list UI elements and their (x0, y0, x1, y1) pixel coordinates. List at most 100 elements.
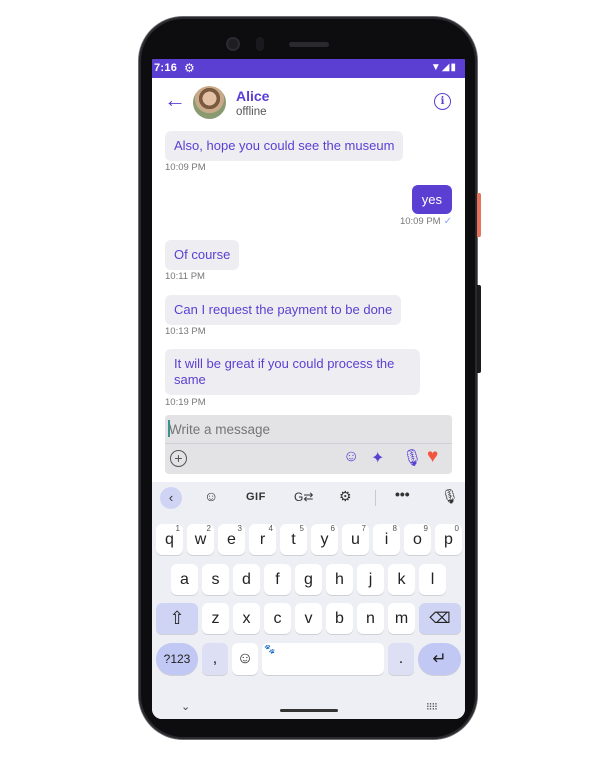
key-label: r (259, 531, 266, 548)
message-timestamp: 10:09 PM (165, 162, 206, 173)
key-j[interactable]: j (357, 564, 384, 595)
key-c[interactable]: c (264, 603, 291, 634)
key-label: w (194, 531, 207, 548)
key-t[interactable]: t5 (280, 524, 307, 555)
toolbar-divider (375, 490, 376, 506)
key-u[interactable]: u7 (342, 524, 369, 555)
check-icon: ✓ (443, 216, 452, 227)
message-input[interactable] (169, 419, 439, 439)
contact-status: offline (236, 106, 267, 118)
key-number-hint: 4 (268, 524, 273, 533)
key-b[interactable]: b (326, 603, 353, 634)
key-number-hint: 3 (237, 524, 242, 533)
period-key[interactable]: . (388, 643, 414, 675)
spacebar[interactable]: 🐾 (262, 643, 384, 675)
message-bubble-incoming[interactable]: Can I request the payment to be done (165, 295, 402, 325)
symbols-key[interactable]: ?123 (156, 643, 198, 675)
status-icons: ▼◢▮ (431, 62, 457, 73)
chevron-left-icon[interactable]: ‹ (160, 487, 182, 509)
status-time: 7:16 (154, 62, 178, 74)
gif-button[interactable]: GIF (246, 491, 266, 503)
status-bar: 7:16 ⚙ ▼◢▮ (152, 59, 465, 78)
chevron-down-icon[interactable]: ⌄ (181, 700, 190, 713)
home-indicator[interactable] (280, 709, 338, 712)
avatar[interactable] (193, 86, 226, 119)
microphone-icon[interactable]: 🎙 (441, 488, 459, 505)
heart-icon[interactable]: ♥ (427, 446, 438, 468)
message-bubble-outgoing[interactable]: yes (411, 185, 452, 214)
power-button (477, 193, 481, 237)
plus-circle-icon[interactable]: + (170, 450, 187, 467)
key-g[interactable]: g (295, 564, 322, 595)
info-icon[interactable]: i (434, 93, 451, 110)
key-l[interactable]: l (419, 564, 446, 595)
gear-icon: ⚙ (184, 61, 195, 75)
arrow-left-icon[interactable]: ← (164, 89, 186, 111)
key-h[interactable]: h (326, 564, 353, 595)
sticker-icon[interactable]: ☺ (343, 448, 359, 466)
paw-icon: 🐾 (264, 644, 276, 654)
key-f[interactable]: f (264, 564, 291, 595)
key-label: u (351, 531, 360, 548)
shift-icon: ⇧ (169, 608, 185, 628)
message-timestamp: 10:13 PM (165, 326, 206, 337)
key-number-hint: 6 (330, 524, 335, 533)
key-q[interactable]: q1 (156, 524, 183, 555)
message-timestamp: 10:11 PM (165, 271, 205, 282)
backspace-key[interactable]: ⌫ (419, 603, 461, 634)
message-bubble-incoming[interactable]: Also, hope you could see the museum (165, 131, 404, 161)
on-screen-keyboard: ‹ ☺ GIF G⇄ ⚙ ••• 🎙 q1 w2 e3 r4 t5 y6 u7 … (152, 482, 465, 719)
key-number-hint: 0 (454, 524, 459, 533)
key-label: q (165, 531, 174, 548)
key-number-hint: 1 (175, 524, 180, 533)
key-p[interactable]: p0 (435, 524, 462, 555)
key-i[interactable]: i8 (373, 524, 400, 555)
message-bubble-incoming[interactable]: Of course (165, 240, 240, 270)
backspace-icon: ⌫ (429, 610, 451, 627)
key-label: t (291, 531, 296, 548)
phone-screen: 7:16 ⚙ ▼◢▮ ← Alice offline i Also, hope … (152, 59, 465, 719)
key-number-hint: 2 (206, 524, 211, 533)
key-w[interactable]: w2 (187, 524, 214, 555)
volume-button (477, 285, 481, 373)
keyboard-switch-icon[interactable]: ⠿⠿ (426, 702, 438, 713)
contact-name[interactable]: Alice (236, 88, 269, 104)
key-z[interactable]: z (202, 603, 229, 634)
front-camera (226, 37, 240, 51)
key-label: e (227, 531, 236, 548)
emoji-key[interactable]: ☺ (232, 643, 258, 675)
proximity-sensor (256, 37, 264, 51)
enter-icon: ↵ (432, 649, 447, 668)
gear-icon[interactable]: ⚙ (339, 488, 352, 505)
comma-key[interactable]: , (202, 643, 228, 675)
message-timestamp: 10:19 PM (165, 397, 206, 408)
key-k[interactable]: k (388, 564, 415, 595)
chat-header: ← Alice offline i (152, 78, 465, 128)
text-cursor (168, 420, 170, 437)
keyboard-toolbar: ‹ ☺ GIF G⇄ ⚙ ••• 🎙 (152, 482, 465, 514)
key-label: p (444, 531, 453, 548)
enter-key[interactable]: ↵ (418, 643, 461, 675)
key-o[interactable]: o9 (404, 524, 431, 555)
shift-key[interactable]: ⇧ (156, 603, 198, 634)
translate-icon[interactable]: G⇄ (294, 490, 313, 504)
sticker-icon[interactable]: ☺ (204, 488, 218, 504)
more-icon[interactable]: ••• (395, 486, 410, 502)
message-timestamp: 10:09 PM (399, 216, 441, 227)
key-n[interactable]: n (357, 603, 384, 634)
key-y[interactable]: y6 (311, 524, 338, 555)
key-x[interactable]: x (233, 603, 260, 634)
key-m[interactable]: m (388, 603, 415, 634)
key-number-hint: 7 (361, 524, 366, 533)
key-v[interactable]: v (295, 603, 322, 634)
key-r[interactable]: r4 (249, 524, 276, 555)
smiley-icon: ☺ (236, 650, 254, 667)
key-d[interactable]: d (233, 564, 260, 595)
message-bubble-incoming[interactable]: It will be great if you could process th… (165, 349, 420, 395)
key-s[interactable]: s (202, 564, 229, 595)
key-e[interactable]: e3 (218, 524, 245, 555)
sparkle-icon[interactable]: ✦ (371, 448, 384, 468)
key-a[interactable]: a (171, 564, 198, 595)
composer-divider (165, 443, 452, 444)
microphone-icon[interactable]: 🎙 (402, 448, 422, 468)
